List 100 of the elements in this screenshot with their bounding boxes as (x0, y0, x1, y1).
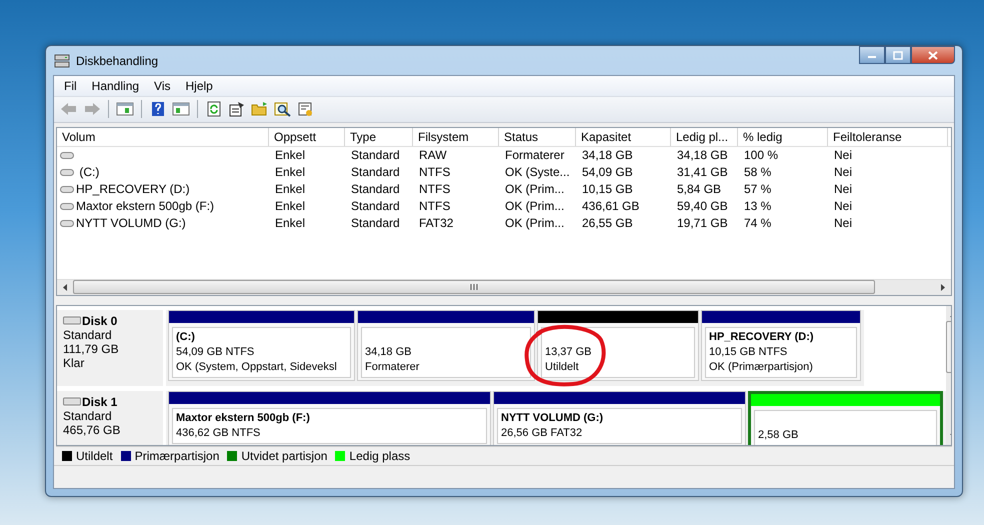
maximize-button[interactable] (885, 46, 911, 64)
grip-icon (470, 284, 478, 290)
table-cell: NYTT VOLUMD (G:) (76, 216, 186, 230)
scroll-right-icon (940, 284, 946, 291)
table-cell: Standard (351, 148, 400, 162)
table-cell: Nei (834, 182, 852, 196)
window-title: Diskbehandling (76, 54, 158, 68)
column-header[interactable]: Kapasitet (576, 128, 671, 146)
menu-item[interactable]: Vis (154, 78, 170, 93)
disk-type: Standard (63, 328, 113, 342)
table-cell: 19,71 GB (677, 216, 728, 230)
scroll-left-icon (62, 284, 68, 291)
column-header[interactable]: Oppsett (269, 128, 345, 146)
close-button[interactable] (911, 46, 955, 64)
column-header[interactable]: Filsystem (413, 128, 499, 146)
table-cell: Standard (351, 216, 400, 230)
maximize-icon (893, 50, 903, 60)
legend-label: Utildelt (76, 449, 113, 464)
table-cell: 57 % (744, 182, 772, 196)
table-cell: 100 % (744, 148, 778, 162)
table-cell: Nei (834, 165, 852, 180)
close-icon (928, 50, 938, 60)
menu-item[interactable]: Fil (64, 78, 77, 93)
disk-size: 111,79 GB (63, 342, 120, 356)
menu-item[interactable]: Handling (92, 78, 140, 93)
table-cell: Nei (834, 216, 852, 230)
drive-icon (60, 168, 74, 177)
table-cell: NTFS (419, 199, 450, 214)
legend-label: Primærpartisjon (134, 449, 220, 464)
disk-name: Disk 1 (82, 394, 118, 409)
partition-size: 54,09 GB NTFS (176, 344, 256, 360)
partition-size: 2,58 GB (758, 428, 800, 443)
disk-info-panel[interactable]: Disk 0 Standard 111,79 GB Klar (57, 310, 163, 386)
disk-size: 465,76 GB (63, 422, 122, 437)
drive-icon (60, 202, 74, 211)
table-cell: FAT32 (419, 216, 454, 230)
column-header[interactable]: Ledig pl... (671, 128, 738, 146)
table-cell: NTFS (419, 182, 450, 196)
partition-block[interactable]: 13,37 GB Utildelt (537, 310, 699, 381)
table-cell: 54,09 GB (582, 165, 633, 180)
disk-info-panel[interactable]: Disk 1 Standard 465,76 GB (57, 390, 163, 446)
partition-name: HP_RECOVERY (D:) (709, 330, 815, 345)
table-cell: 31,41 GB (677, 165, 728, 180)
disk-status: Klar (63, 356, 86, 370)
table-cell: Enkel (275, 216, 306, 230)
table-cell: HP_RECOVERY (D:) (76, 182, 190, 196)
partition-status: Formaterer (365, 360, 420, 375)
partition-name: Maxtor ekstern 500gb (F:) (176, 410, 311, 426)
table-cell: Maxtor ekstern 500gb (F:) (76, 199, 214, 214)
table-cell: Enkel (275, 199, 306, 214)
table-cell: OK (Prim... (505, 216, 564, 230)
partition-size: 436,62 GB NTFS (176, 426, 262, 441)
partition-size: 26,56 GB FAT32 (501, 426, 584, 441)
menu-item[interactable]: Hjelp (186, 78, 213, 93)
legend-label: Utvidet partisjon (241, 449, 328, 464)
partition-block[interactable]: 2,58 GB (748, 390, 943, 446)
table-cell-text: (C:) (78, 165, 100, 180)
partition-name: (C:) (176, 330, 196, 345)
table-cell: 436,61 GB (582, 199, 640, 214)
disk-drive-icon (54, 52, 70, 68)
table-cell: OK (Prim... (505, 199, 564, 214)
table-cell: Formaterer (505, 148, 564, 162)
horizontal-scrollbar[interactable] (57, 278, 951, 295)
drive-icon (60, 184, 74, 194)
column-header[interactable]: Volum (57, 128, 269, 146)
column-header[interactable]: Feiltoleranse (828, 128, 948, 146)
table-cell: Standard (351, 182, 400, 196)
column-header[interactable]: Status (499, 128, 576, 146)
table-cell: 5,84 GB (677, 182, 722, 196)
minimize-button[interactable] (859, 46, 885, 64)
column-header[interactable]: Type (345, 128, 413, 146)
table-cell: Enkel (275, 182, 306, 196)
drive-icon (63, 316, 81, 326)
partition-block[interactable]: NYTT VOLUMD (G:) 26,56 GB FAT32 (493, 390, 746, 446)
table-cell: 34,18 GB (677, 148, 728, 162)
partition-block[interactable]: HP_RECOVERY (D:) 10,15 GB NTFS OK (Primærpartisjon) (701, 310, 861, 381)
table-cell: 10,15 GB (582, 182, 633, 196)
table-cell: Standard (351, 199, 400, 214)
partition-status: OK (Primærpartisjon) (709, 360, 814, 375)
table-cell: Enkel (275, 165, 306, 180)
partition-name: NYTT VOLUMD (G:) (501, 410, 604, 426)
table-cell: OK (Prim... (505, 182, 564, 196)
table-cell: Enkel (275, 148, 306, 162)
partition-block[interactable]: Maxtor ekstern 500gb (F:) 436,62 GB NTFS (168, 390, 491, 446)
drive-icon (60, 218, 74, 228)
legend-label: Ledig plass (349, 449, 410, 464)
drive-icon (63, 397, 81, 406)
partition-status: OK (System, Oppstart, Sideveksl (176, 360, 338, 375)
partition-size: 34,18 GB (365, 344, 412, 360)
table-cell: 13 % (744, 199, 772, 214)
partition-size: 10,15 GB NTFS (709, 344, 788, 360)
table-cell: 59,40 GB (677, 199, 728, 214)
disk-name: Disk 0 (82, 314, 118, 328)
column-header[interactable]: % ledig (738, 128, 828, 146)
partition-block[interactable]: 34,18 GB Formaterer (357, 310, 535, 381)
table-cell: OK (Syste... (505, 165, 570, 180)
table-cell: Nei (834, 148, 852, 162)
table-cell: Standard (351, 165, 400, 180)
drive-icon (60, 150, 74, 160)
partition-block[interactable]: (C:) 54,09 GB NTFS OK (System, Oppstart, Sideveksl (168, 310, 355, 381)
